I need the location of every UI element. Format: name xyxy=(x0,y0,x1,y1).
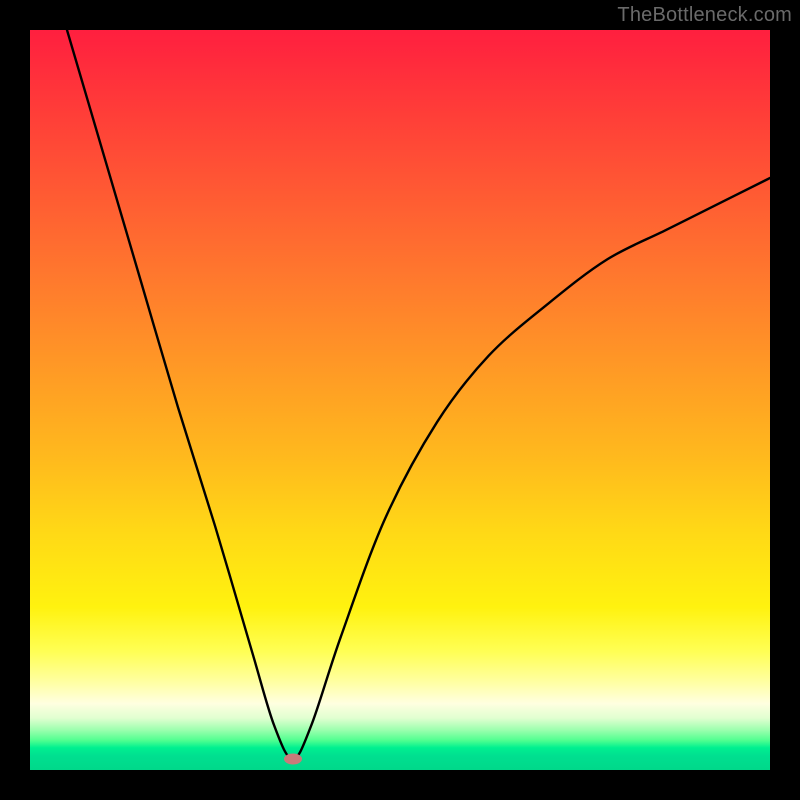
optimum-marker xyxy=(284,753,302,764)
bottleneck-curve xyxy=(30,30,770,770)
plot-area xyxy=(30,30,770,770)
watermark-text: TheBottleneck.com xyxy=(617,4,792,27)
